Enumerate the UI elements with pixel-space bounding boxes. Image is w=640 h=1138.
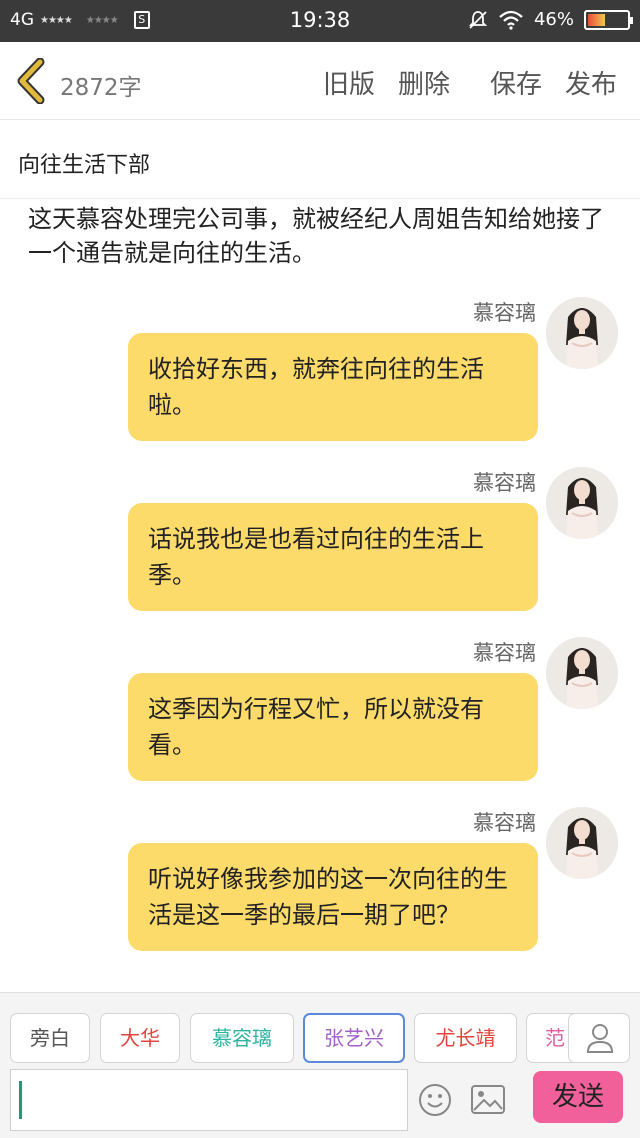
narration-text: 这天慕容处理完公司事，就被经纪人周姐告知给她接了一个通告就是向往的生活。 bbox=[28, 205, 604, 267]
emoji-icon[interactable] bbox=[418, 1083, 452, 1117]
add-role-button[interactable] bbox=[568, 1013, 630, 1063]
avatar-portrait-icon bbox=[546, 807, 618, 879]
wifi-icon bbox=[499, 10, 523, 30]
user-icon bbox=[586, 1024, 614, 1053]
mute-icon bbox=[468, 10, 488, 29]
status-right: 46% bbox=[468, 9, 633, 30]
title-row[interactable]: 向往生活下部 bbox=[0, 121, 640, 199]
message-bubble: 听说好像我参加的这一次向往的生活是这一季的最后一期了吧？ bbox=[128, 843, 538, 951]
speaker-name: 慕容璃 bbox=[473, 471, 536, 495]
save-button[interactable]: 保存 bbox=[490, 64, 542, 101]
role-chip-narrator[interactable]: 旁白 bbox=[10, 1013, 90, 1063]
status-bar: 4G ★★★★ ★★★★ S 19:38 46% bbox=[0, 0, 640, 42]
delete-button[interactable]: 删除 bbox=[398, 64, 450, 101]
editor-header: 2872字 旧版 删除 保存 发布 bbox=[0, 42, 640, 120]
back-icon[interactable] bbox=[12, 58, 52, 104]
publish-button[interactable]: 发布 bbox=[565, 64, 617, 101]
role-chip-zhangyixing[interactable]: 张艺兴 bbox=[303, 1013, 405, 1063]
avatar bbox=[546, 297, 618, 369]
battery-icon bbox=[584, 9, 633, 30]
message-bubble: 收拾好东西，就奔往向往的生活啦。 bbox=[128, 333, 538, 441]
avatar bbox=[546, 807, 618, 879]
speaker-name: 慕容璃 bbox=[473, 301, 536, 325]
avatar bbox=[546, 467, 618, 539]
message-input[interactable] bbox=[10, 1069, 408, 1131]
role-chip-dahua[interactable]: 大华 bbox=[100, 1013, 180, 1063]
message-item[interactable]: 慕容璃 听说好像我参加的这一次向往的生活是这一季的最后一期了吧？ bbox=[0, 807, 640, 987]
send-button[interactable]: 发送 bbox=[533, 1071, 623, 1123]
role-chip-murongli[interactable]: 慕容璃 bbox=[190, 1013, 294, 1063]
avatar bbox=[546, 637, 618, 709]
avatar-portrait-icon bbox=[546, 637, 618, 709]
message-bubble: 这季因为行程又忙，所以就没有看。 bbox=[128, 673, 538, 781]
text-caret bbox=[19, 1081, 22, 1119]
message-item[interactable]: 慕容璃 收拾好东西，就奔往向往的生活啦。 bbox=[0, 297, 640, 447]
avatar-portrait-icon bbox=[546, 297, 618, 369]
story-title: 向往生活下部 bbox=[18, 153, 151, 178]
battery-fill bbox=[588, 13, 606, 26]
role-chip-youzhangjing[interactable]: 尤长靖 bbox=[414, 1013, 517, 1063]
image-icon[interactable] bbox=[470, 1083, 506, 1117]
message-bubble: 话说我也是也看过向往的生活上季。 bbox=[128, 503, 538, 611]
composer-panel: 旁白 大华 慕容璃 张艺兴 尤长靖 范 发送 bbox=[0, 992, 640, 1138]
message-item[interactable]: 慕容璃 这季因为行程又忙，所以就没有看。 bbox=[0, 637, 640, 787]
battery-percent: 46% bbox=[533, 9, 574, 30]
message-item[interactable]: 慕容璃 话说我也是也看过向往的生活上季。 bbox=[0, 467, 640, 617]
speaker-name: 慕容璃 bbox=[473, 641, 536, 665]
old-version-button[interactable]: 旧版 bbox=[323, 64, 375, 101]
word-count: 2872字 bbox=[60, 75, 142, 101]
avatar-portrait-icon bbox=[546, 467, 618, 539]
speaker-name: 慕容璃 bbox=[473, 811, 536, 835]
